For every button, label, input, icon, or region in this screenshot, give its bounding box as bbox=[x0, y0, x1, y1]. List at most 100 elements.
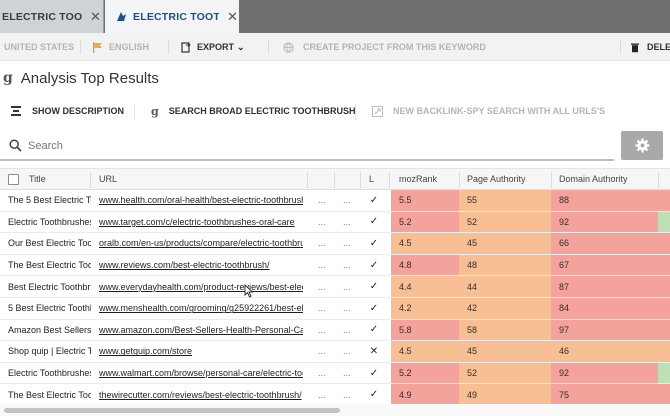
export-button[interactable]: EXPORT ⌄ bbox=[181, 33, 245, 61]
cell-url-link[interactable]: www.getquip.com/store bbox=[99, 341, 303, 362]
cell-url-link[interactable]: www.target.com/c/electric-toothbrushes-o… bbox=[99, 212, 303, 233]
cell-url-link[interactable]: www.menshealth.com/grooming/g25922261/be… bbox=[99, 298, 303, 319]
export-label: EXPORT bbox=[197, 42, 235, 52]
cell-more[interactable]: ... bbox=[343, 363, 355, 384]
tab-electric-toothbrush-2[interactable]: ELECTRIC TOOTHBRUSH ✕ bbox=[105, 0, 239, 33]
cell-l-status: ✓ bbox=[369, 367, 379, 379]
cell-more[interactable]: ... bbox=[318, 212, 330, 233]
close-icon[interactable]: ✕ bbox=[90, 9, 101, 25]
cell-more[interactable]: ... bbox=[318, 190, 330, 211]
header-mozrank[interactable]: mozRank bbox=[399, 169, 437, 189]
cell-mozrank: 4.5 bbox=[391, 341, 459, 362]
language-selector[interactable]: ENGLISH bbox=[92, 33, 149, 61]
cell-domain-authority: 75 bbox=[551, 384, 658, 404]
cell-more[interactable]: ... bbox=[318, 341, 330, 362]
cell-page-authority: 48 bbox=[459, 254, 551, 276]
create-project-label: CREATE PROJECT FROM THIS KEYWORD bbox=[303, 42, 486, 52]
header-title[interactable]: Title bbox=[29, 169, 46, 189]
cell-more[interactable]: ... bbox=[318, 298, 330, 319]
header-url[interactable]: URL bbox=[99, 169, 117, 189]
cell-more[interactable]: ... bbox=[318, 233, 330, 254]
cell-domain-authority: 88 bbox=[551, 190, 658, 211]
cell-title: The 5 Best Electric Toothbrushes bbox=[8, 195, 91, 206]
cell-more[interactable]: ... bbox=[318, 384, 330, 404]
cell-url-link[interactable]: oralb.com/en-us/products/compare/electri… bbox=[99, 233, 303, 254]
cell-title: Our Best Electric Toothbrushes bbox=[8, 238, 91, 249]
cell-more[interactable]: ... bbox=[343, 341, 355, 362]
divider bbox=[80, 40, 81, 54]
cell-more[interactable]: ... bbox=[318, 255, 330, 276]
table-row[interactable]: Shop quip | Electric Toothbrush www.getqu… bbox=[0, 341, 670, 363]
country-selector[interactable]: UNITED STATES bbox=[4, 33, 74, 61]
cell-url-link[interactable]: www.health.com/oral-health/best-electric… bbox=[99, 190, 303, 211]
table-row[interactable]: The Best Electric Toothbrush www.reviews.… bbox=[0, 254, 670, 277]
cell-mozrank: 5.2 bbox=[391, 211, 459, 233]
export-icon bbox=[181, 41, 191, 53]
cell-url-link[interactable]: www.amazon.com/Best-Sellers-Health-Perso… bbox=[99, 320, 303, 341]
cell-more[interactable]: ... bbox=[343, 190, 355, 211]
divider bbox=[360, 172, 361, 188]
cell-page-authority: 55 bbox=[459, 190, 551, 211]
table-row[interactable]: The Best Electric Toothbrush thewirecutte… bbox=[0, 384, 670, 404]
divider bbox=[334, 172, 335, 188]
search-broad-label: SEARCH BROAD ELECTRIC TOOTHBRUSH bbox=[168, 106, 356, 116]
backlink-spy-button[interactable]: NEW BACKLINK-SPY SEARCH WITH ALL URLS'S bbox=[372, 96, 605, 126]
cell-title: Amazon Best Sellers bbox=[8, 324, 91, 335]
tab-electric-toothbrush-1[interactable]: ELECTRIC TOOTHBRUSH ✕ bbox=[0, 0, 104, 33]
close-icon[interactable]: ✕ bbox=[227, 9, 238, 25]
show-description-button[interactable]: SHOW DESCRIPTION bbox=[11, 96, 124, 126]
table-row[interactable]: Electric Toothbrushes www.target.com/c/el… bbox=[0, 211, 670, 234]
cell-more[interactable]: ... bbox=[343, 255, 355, 276]
tooth-icon bbox=[115, 10, 128, 23]
settings-button[interactable] bbox=[621, 131, 663, 160]
cell-more[interactable]: ... bbox=[343, 212, 355, 233]
search-broad-button[interactable]: g SEARCH BROAD ELECTRIC TOOTHBRUSH bbox=[151, 96, 356, 126]
cell-url-link[interactable]: www.reviews.com/best-electric-toothbrush… bbox=[99, 255, 303, 276]
cell-more[interactable]: ... bbox=[318, 276, 330, 297]
cell-more[interactable]: ... bbox=[343, 233, 355, 254]
search-input[interactable] bbox=[28, 139, 588, 152]
table-row[interactable]: Best Electric Toothbrushes www.everydayhe… bbox=[0, 276, 670, 298]
cell-title: The Best Electric Toothbrush bbox=[8, 389, 91, 400]
cell-next-column bbox=[658, 190, 670, 211]
cell-l-status: ✓ bbox=[369, 194, 379, 206]
header-domain-authority[interactable]: Domain Authority bbox=[559, 169, 628, 189]
table-row[interactable]: 5 Best Electric Toothbrushes www.mensheal… bbox=[0, 298, 670, 320]
cell-more[interactable]: ... bbox=[318, 320, 330, 341]
header-l[interactable]: L bbox=[369, 169, 374, 189]
scrollbar-thumb[interactable] bbox=[4, 408, 340, 413]
horizontal-scrollbar[interactable] bbox=[0, 404, 670, 416]
divider bbox=[134, 104, 135, 120]
delete-button[interactable]: DELETE bbox=[630, 33, 670, 61]
cell-more[interactable]: ... bbox=[343, 384, 355, 404]
mouse-cursor-icon bbox=[244, 283, 254, 303]
cell-next-column bbox=[658, 298, 670, 319]
cell-l-status: ✕ bbox=[369, 345, 379, 357]
cell-page-authority: 45 bbox=[459, 233, 551, 254]
select-all-checkbox[interactable] bbox=[8, 169, 19, 189]
cell-url-link[interactable]: thewirecutter.com/reviews/best-electric-… bbox=[99, 384, 303, 404]
cell-more[interactable]: ... bbox=[343, 276, 355, 297]
backlink-spy-label: NEW BACKLINK-SPY SEARCH WITH ALL URLS'S bbox=[393, 106, 605, 116]
cell-more[interactable]: ... bbox=[343, 320, 355, 341]
table-row[interactable]: The 5 Best Electric Toothbrushes www.heal… bbox=[0, 190, 670, 212]
table-row[interactable]: Electric Toothbrushes www.walmart.com/bro… bbox=[0, 362, 670, 385]
header-page-authority[interactable]: Page Authority bbox=[467, 169, 526, 189]
cell-title: 5 Best Electric Toothbrushes bbox=[8, 303, 91, 314]
cell-page-authority: 45 bbox=[459, 341, 551, 362]
create-project-button[interactable]: CREATE PROJECT FROM THIS KEYWORD bbox=[283, 33, 486, 61]
cell-page-authority: 42 bbox=[459, 298, 551, 319]
table-row[interactable]: Our Best Electric Toothbrushes oralb.com/… bbox=[0, 233, 670, 255]
gear-icon bbox=[634, 138, 650, 153]
cell-url-link[interactable]: www.walmart.com/browse/personal-care/ele… bbox=[99, 363, 303, 384]
cell-l-status: ✓ bbox=[369, 389, 379, 401]
divider bbox=[268, 40, 269, 54]
cell-next-column bbox=[658, 362, 670, 384]
cell-next-column bbox=[658, 341, 670, 362]
cell-url-link[interactable]: www.everydayhealth.com/product-reviews/b… bbox=[99, 276, 303, 297]
cell-more[interactable]: ... bbox=[343, 298, 355, 319]
table-row[interactable]: Amazon Best Sellers www.amazon.com/Best-S… bbox=[0, 319, 670, 342]
cell-more[interactable]: ... bbox=[318, 363, 330, 384]
cell-next-column bbox=[658, 211, 670, 233]
description-icon bbox=[11, 106, 21, 116]
